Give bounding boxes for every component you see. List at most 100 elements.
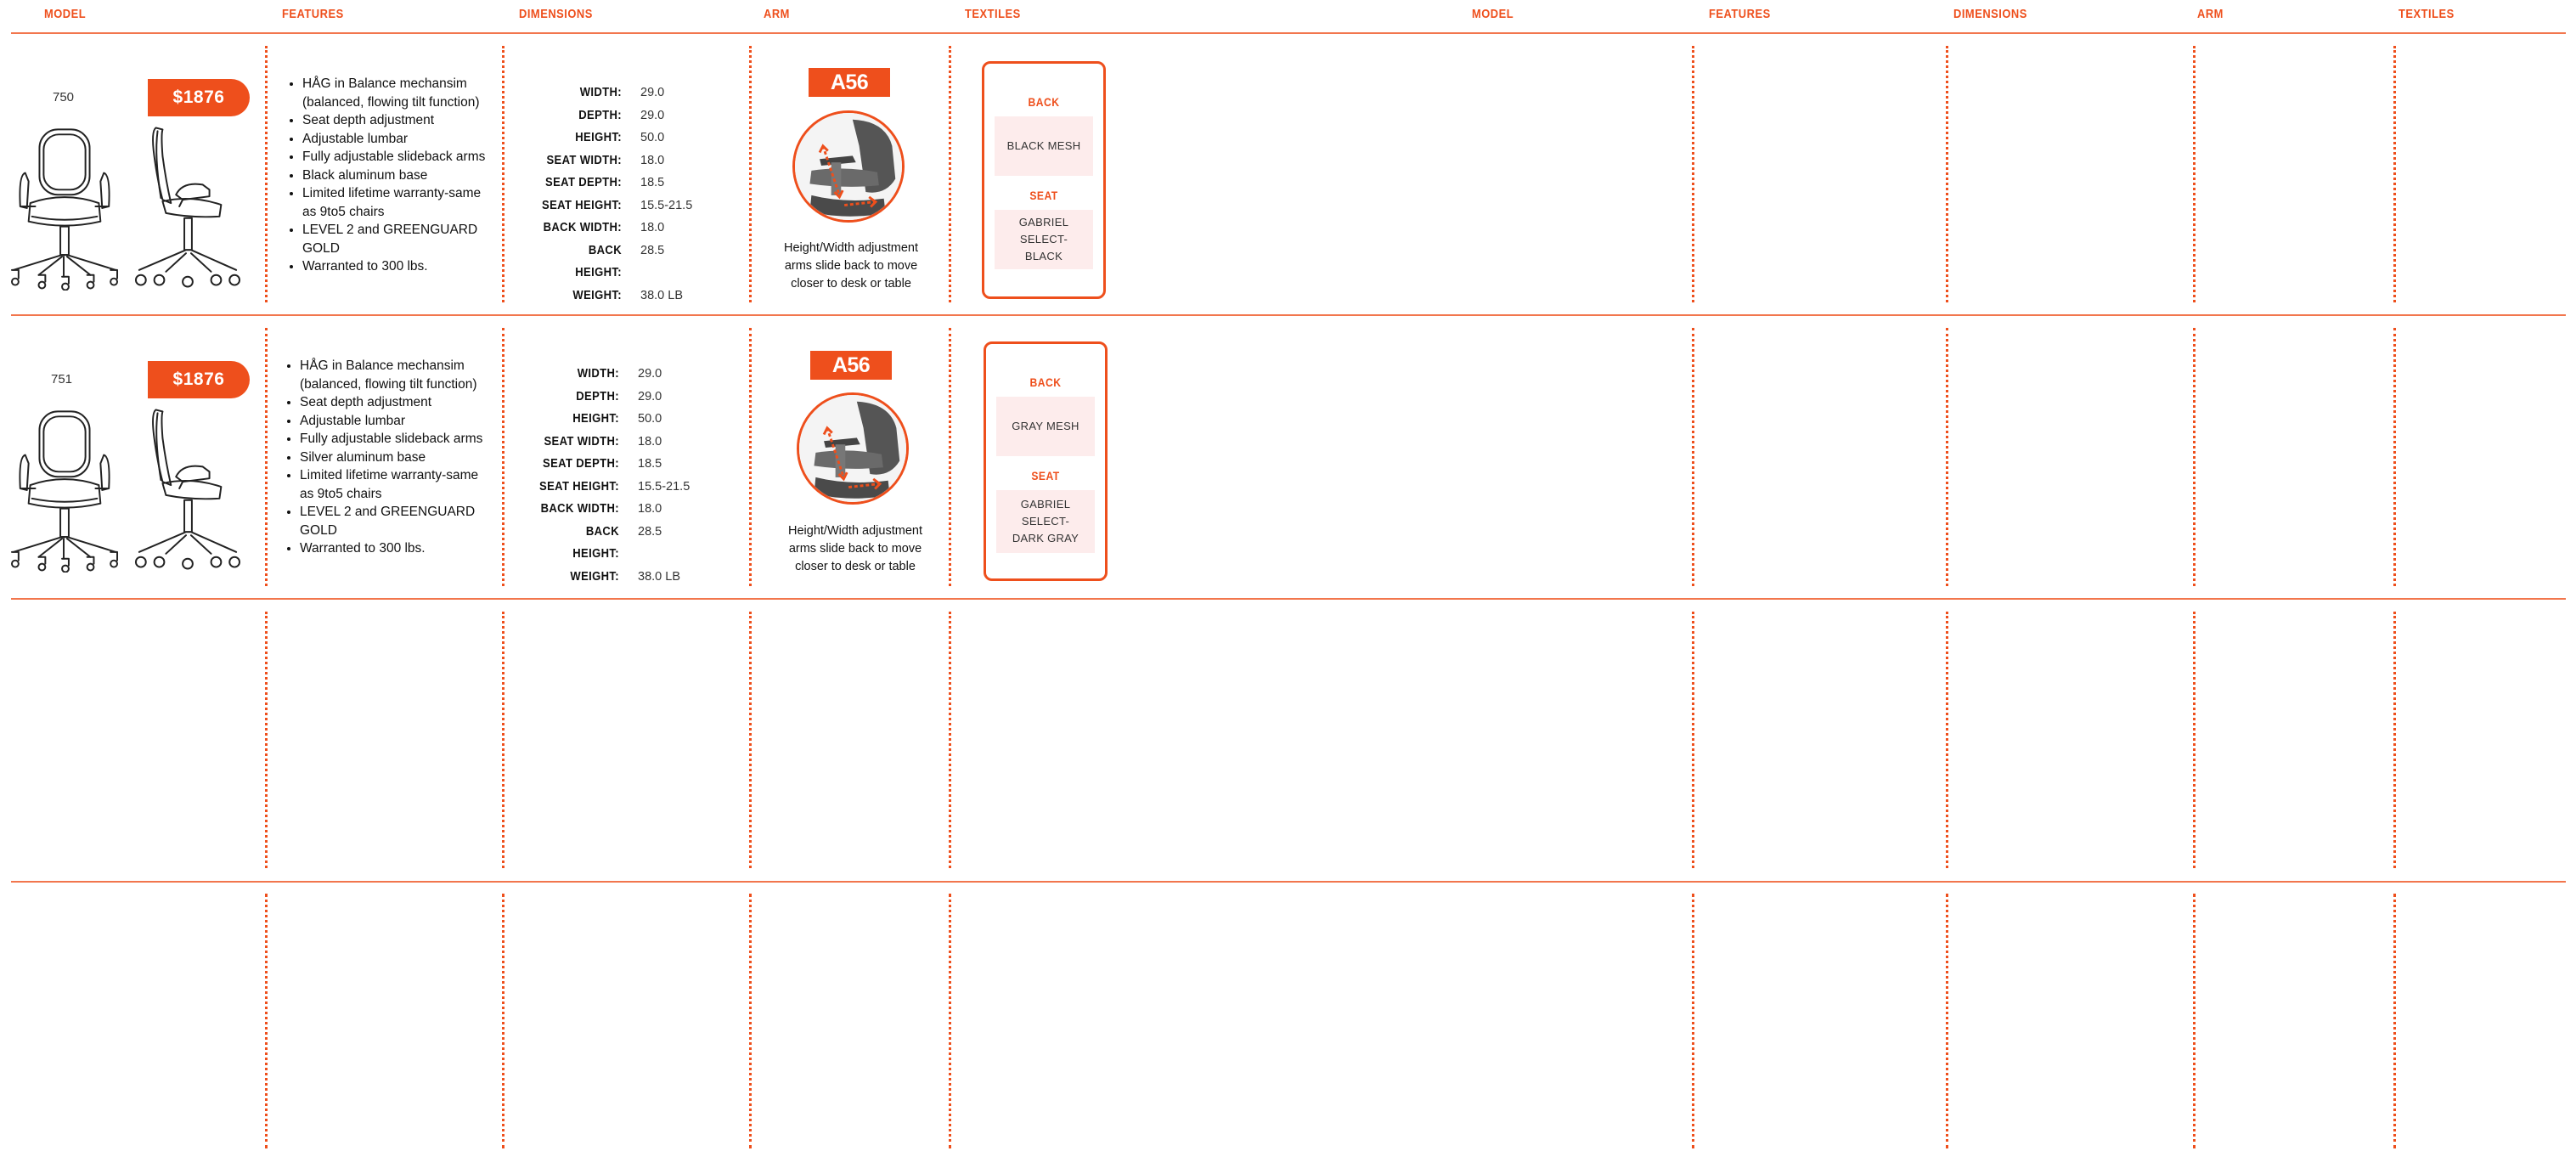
arm-code-badge: A56 [810,351,892,380]
column-divider [2393,894,2396,1148]
column-divider [2193,612,2196,868]
column-divider [2393,328,2396,586]
feature-item: LEVEL 2 and GREENGUARD GOLD [302,221,494,257]
column-divider [265,894,268,1148]
dimension-label: SEAT HEIGHT: [539,479,619,494]
header-arm: ARM [764,7,790,21]
dimension-row-seat-width: SEAT WIDTH: 18.0 [532,150,692,172]
dimension-value: 18.0 [640,221,665,234]
column-divider [265,328,268,586]
dimension-row-seat-height: SEAT HEIGHT: 15.5-21.5 [529,476,690,499]
dimension-label: DEPTH: [578,108,622,122]
dimension-label: SEAT HEIGHT: [542,198,622,212]
feature-item: Limited lifetime warranty-same as 9to5 c… [302,184,494,221]
feature-item: Seat depth adjustment [300,393,492,412]
dimension-row-height: HEIGHT: 50.0 [529,408,690,431]
dimension-label: SEAT DEPTH: [545,176,622,189]
header-textiles: TEXTILES [965,7,1021,21]
feature-item: LEVEL 2 and GREENGUARD GOLD [300,503,492,539]
row-divider [11,32,2566,34]
arm-code-badge: A56 [809,68,890,97]
dimension-row-back-width: BACK WIDTH: 18.0 [532,217,692,240]
textiles-card: BACK GRAY MESH SEAT GABRIEL SELECT-DARK … [984,341,1108,581]
dimension-label: BACK HEIGHT: [575,243,622,280]
dimension-label: SEAT WIDTH: [546,153,622,167]
column-divider [502,46,504,302]
dimension-value: 29.0 [640,108,665,122]
features-list: HÅG in Balance mechansim (balanced, flow… [284,75,494,276]
dimension-value: 29.0 [638,367,662,381]
header-dimensions: DIMENSIONS [519,7,593,21]
feature-item: HÅG in Balance mechansim (balanced, flow… [302,75,494,111]
column-divider [1946,612,1948,868]
header-features-right: FEATURES [1709,7,1771,21]
header-features: FEATURES [282,7,344,21]
row-divider [11,881,2566,883]
dimension-row-weight: WEIGHT: 38.0 LB [532,285,692,307]
dimension-row-seat-width: SEAT WIDTH: 18.0 [529,431,690,454]
dimension-row-depth: DEPTH: 29.0 [532,104,692,127]
column-divider [749,328,752,586]
textile-back-swatch: GRAY MESH [996,397,1095,456]
column-divider [502,894,504,1148]
column-divider [1946,894,1948,1148]
textile-back-label: BACK [1028,96,1060,109]
dimension-value: 15.5-21.5 [638,479,691,494]
arm-adjustment-photo-icon [797,392,909,505]
column-divider [502,328,504,586]
features-list: HÅG in Balance mechansim (balanced, flow… [281,357,492,558]
row-divider [11,314,2566,316]
dimension-row-height: HEIGHT: 50.0 [532,127,692,150]
dimension-label: DEPTH: [576,389,619,403]
dimension-value: 50.0 [638,412,662,426]
dimension-value: 29.0 [638,389,662,403]
chair-front-view [10,122,119,291]
textile-seat-swatch: GABRIEL SELECT-BLACK [995,210,1093,269]
row-divider [11,598,2566,600]
dimension-value: 18.5 [640,176,665,189]
dimension-label: SEAT WIDTH: [544,434,619,449]
dimension-row-seat-depth: SEAT DEPTH: 18.5 [532,172,692,195]
dimensions-table: WIDTH: 29.0 DEPTH: 29.0 HEIGHT: 50.0 SEAT W… [529,363,690,588]
dimension-value: 28.5 [640,243,665,257]
column-divider [265,612,268,868]
feature-item: Warranted to 300 lbs. [300,539,492,558]
column-divider [2193,894,2196,1148]
dimension-row-weight: WEIGHT: 38.0 LB [529,566,690,589]
textiles-card: BACK BLACK MESH SEAT GABRIEL SELECT-BLAC… [982,61,1106,299]
chair-side-view [132,404,241,573]
dimension-value: 18.0 [638,502,662,516]
dimension-row-seat-depth: SEAT DEPTH: 18.5 [529,453,690,476]
feature-item: Limited lifetime warranty-same as 9to5 c… [300,466,492,503]
feature-item: Warranted to 300 lbs. [302,257,494,276]
arm-caption: Height/Width adjustment arms slide back … [784,241,918,291]
header-arm-right: ARM [2197,7,2224,21]
arm-caption: Height/Width adjustment arms slide back … [788,524,922,573]
feature-item: Adjustable lumbar [300,412,492,431]
textile-back-swatch: BLACK MESH [995,116,1093,176]
column-divider [502,612,504,868]
dimension-value: 18.0 [640,153,665,167]
dimension-label: WIDTH: [577,367,619,381]
dimension-value: 18.0 [638,434,662,449]
column-divider [949,894,951,1148]
column-divider [749,894,752,1148]
feature-item: Seat depth adjustment [302,111,494,130]
chair-side-view [132,122,241,291]
feature-item: Black aluminum base [302,166,494,185]
column-divider [1946,328,1948,586]
column-divider [2193,46,2196,302]
column-divider [749,46,752,302]
model-number: 750 [53,90,75,104]
dimension-value: 38.0 LB [638,569,680,584]
column-divider [2393,46,2396,302]
feature-item: Fully adjustable slideback arms [302,148,494,166]
column-divider [1692,894,1694,1148]
dimension-value: 15.5-21.5 [640,198,693,212]
column-divider [1692,46,1694,302]
column-divider [1692,328,1694,586]
dimension-value: 28.5 [638,524,662,539]
dimension-label: SEAT DEPTH: [543,457,619,471]
column-divider [749,612,752,868]
dimension-label: HEIGHT: [572,412,619,426]
